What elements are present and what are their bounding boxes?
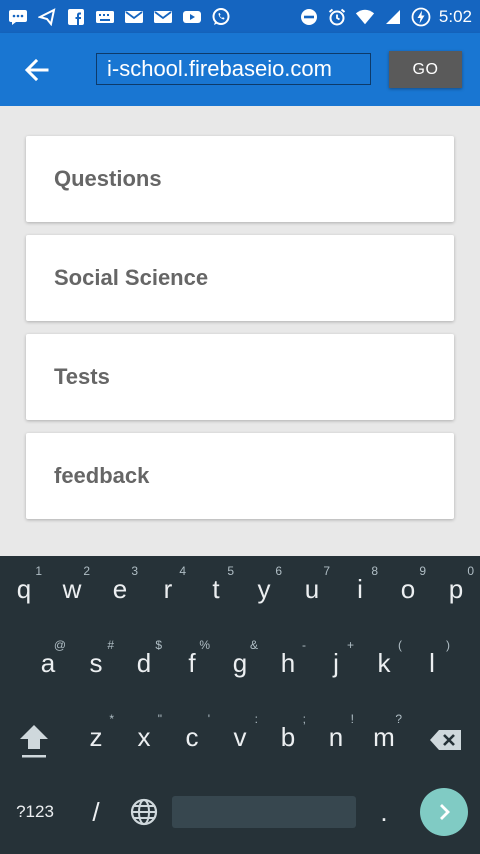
key-label: z xyxy=(89,722,103,752)
key-j[interactable]: + j xyxy=(312,630,360,700)
list-item-label: Social Science xyxy=(54,265,209,290)
list-item-feedback[interactable]: feedback xyxy=(26,433,454,519)
key-label: l xyxy=(429,648,435,678)
key-label: n xyxy=(328,722,344,752)
mail-icon xyxy=(124,8,144,26)
key-label: e xyxy=(112,574,128,604)
space-key[interactable] xyxy=(172,796,356,828)
key-k[interactable]: (k xyxy=(360,630,408,700)
backspace-key[interactable] xyxy=(420,716,472,764)
key-label: h xyxy=(280,648,296,678)
key-n[interactable]: ! n xyxy=(312,704,360,774)
key-label: m xyxy=(373,722,395,752)
key-label: u xyxy=(304,574,320,604)
chevron-right-icon xyxy=(440,804,450,820)
back-arrow-icon xyxy=(24,58,49,82)
app-bar: GO xyxy=(0,33,480,106)
key-label: o xyxy=(400,574,416,604)
key-label: t xyxy=(212,574,220,604)
key-m[interactable]: ? m xyxy=(360,704,408,774)
key-label: k xyxy=(377,648,391,678)
back-button[interactable] xyxy=(22,55,52,85)
key-label: d xyxy=(136,648,152,678)
key-w[interactable]: 2w xyxy=(48,556,96,626)
key-label: b xyxy=(280,722,296,752)
content-area: Questions Social Science Tests feedback xyxy=(0,106,480,556)
key-r[interactable]: 4r xyxy=(144,556,192,626)
alarm-icon xyxy=(327,8,347,26)
wifi-icon xyxy=(355,8,375,26)
key-label: s xyxy=(89,648,103,678)
list-item-label: Questions xyxy=(54,166,162,191)
key-v[interactable]: :v xyxy=(216,704,264,774)
key-p[interactable]: 0p xyxy=(432,556,480,626)
status-bar: 5:02 xyxy=(0,0,480,33)
key-label: g xyxy=(232,648,248,678)
key-t[interactable]: 5t xyxy=(192,556,240,626)
key-label: y xyxy=(257,574,271,604)
enter-key[interactable] xyxy=(420,788,468,836)
do-not-disturb-icon xyxy=(299,8,319,26)
mail-icon xyxy=(153,8,173,26)
list-item-questions[interactable]: Questions xyxy=(26,136,454,222)
whatsapp-icon xyxy=(211,7,231,26)
notification-icons xyxy=(8,7,231,26)
list-item-label: feedback xyxy=(54,463,150,488)
key-z[interactable]: * z xyxy=(72,704,120,774)
key-c[interactable]: ' c xyxy=(168,704,216,774)
key-o[interactable]: 9o xyxy=(384,556,432,626)
list-item-social-science[interactable]: Social Science xyxy=(26,235,454,321)
key-label: f xyxy=(188,648,196,678)
key-i[interactable]: 8i xyxy=(336,556,384,626)
soft-keyboard: 1q 2w 3e 4r 5t 6y 7u 8i 9o 0p @ a # s $ d %… xyxy=(0,556,480,854)
key-label: i xyxy=(357,574,363,604)
key-f[interactable]: % f xyxy=(168,630,216,700)
key-u[interactable]: 7u xyxy=(288,556,336,626)
key-q[interactable]: 1q xyxy=(0,556,48,626)
key-l[interactable]: ) l xyxy=(408,630,456,700)
backspace-icon xyxy=(430,730,461,750)
key-label: a xyxy=(40,648,56,678)
list-item-tests[interactable]: Tests xyxy=(26,334,454,420)
language-key[interactable] xyxy=(122,790,166,834)
key-label: c xyxy=(185,722,199,752)
signal-icon xyxy=(383,8,403,26)
key-y[interactable]: 6y xyxy=(240,556,288,626)
key-e[interactable]: 3e xyxy=(96,556,144,626)
go-button[interactable]: GO xyxy=(389,51,462,88)
keyboard-icon xyxy=(95,8,115,26)
key-label: v xyxy=(233,722,247,752)
shift-key[interactable] xyxy=(6,706,62,776)
battery-charging-icon xyxy=(411,7,431,26)
key-b[interactable]: ; b xyxy=(264,704,312,774)
list-item-label: Tests xyxy=(54,364,110,389)
facebook-icon xyxy=(66,8,86,26)
symbols-key[interactable]: ?123 xyxy=(4,790,66,834)
key-label: q xyxy=(16,574,32,604)
period-key[interactable]: . xyxy=(362,790,406,834)
message-icon xyxy=(8,8,28,26)
clock-time: 5:02 xyxy=(438,6,472,26)
send-icon xyxy=(37,7,57,26)
key-label: x xyxy=(137,722,151,752)
slash-key[interactable]: / xyxy=(74,790,118,834)
key-x[interactable]: " x xyxy=(120,704,168,774)
url-input[interactable] xyxy=(96,53,371,85)
key-a[interactable]: @ a xyxy=(24,630,72,700)
key-h[interactable]: -h xyxy=(264,630,312,700)
system-icons: 5:02 xyxy=(299,7,472,27)
key-label: p xyxy=(448,574,464,604)
shift-icon xyxy=(20,725,48,758)
key-label: j xyxy=(333,648,339,678)
key-label: w xyxy=(62,574,82,604)
globe-icon xyxy=(130,798,158,826)
key-d[interactable]: $ d xyxy=(120,630,168,700)
key-g[interactable]: & g xyxy=(216,630,264,700)
key-s[interactable]: # s xyxy=(72,630,120,700)
key-label: r xyxy=(163,574,173,604)
youtube-icon xyxy=(182,8,202,26)
